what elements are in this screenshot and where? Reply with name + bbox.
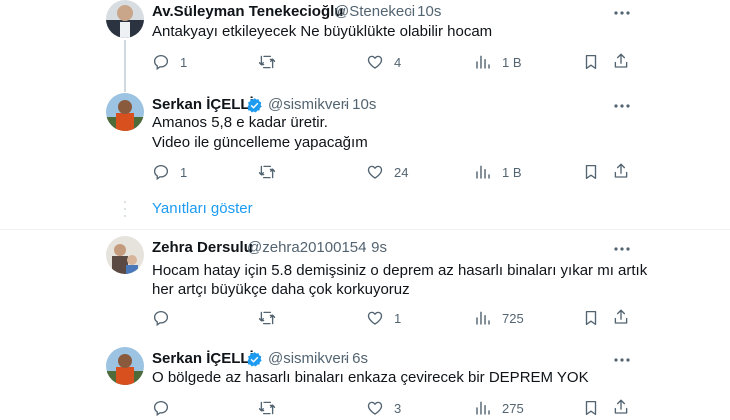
retweet-icon (258, 401, 276, 415)
avatar-image (106, 93, 144, 131)
reply-count: 1 (180, 54, 188, 70)
author-name[interactable]: Serkan İÇELLİ (152, 350, 254, 367)
verified-badge-icon (247, 98, 262, 113)
heart-icon (367, 165, 383, 179)
author-handle[interactable]: @sismikveri (268, 96, 349, 113)
timestamp[interactable]: · 10s (343, 96, 376, 113)
share-icon[interactable] (612, 52, 630, 70)
author-handle[interactable]: @sismikveri (268, 350, 349, 367)
author-handle[interactable]: @Stenekeci (334, 3, 415, 20)
timestamp[interactable]: · 6s (343, 350, 368, 367)
author-name[interactable]: Serkan İÇELLİ (152, 96, 254, 113)
like-button[interactable]: 1 (366, 308, 401, 328)
retweet-button[interactable] (258, 308, 286, 328)
like-count: 1 (394, 310, 402, 326)
reply-button[interactable]: 1 (152, 162, 187, 182)
tweet-text-line: O bölgede az hasarlı binaları enkaza çev… (152, 369, 589, 386)
like-button[interactable]: 4 (366, 52, 401, 72)
views-count: 1 B (502, 54, 522, 70)
retweet-button[interactable] (258, 398, 286, 418)
reply-icon (153, 310, 169, 327)
tweet-text-line: Video ile güncelleme yapacağım (152, 134, 368, 151)
reply-icon (153, 164, 169, 181)
more-options-icon[interactable] (612, 239, 632, 259)
thread-dots (124, 201, 126, 217)
avatar[interactable] (106, 0, 144, 38)
author-handle[interactable]: @zehra20100154 (247, 239, 367, 256)
retweet-icon (258, 311, 276, 325)
share-icon[interactable] (612, 162, 630, 180)
tweet-text-line: Hocam hatay için 5.8 demişsiniz o deprem… (152, 262, 648, 279)
retweet-icon (258, 55, 276, 69)
bookmark-icon[interactable] (582, 309, 600, 327)
author-name[interactable]: Av.Süleyman Tenekecioğlu (152, 3, 343, 20)
more-options-icon[interactable] (612, 350, 632, 370)
tweet-text-line: her artçı büyükçe daha çok korkuyoruz (152, 281, 410, 298)
views-icon (476, 401, 490, 415)
like-button[interactable]: 24 (366, 162, 408, 182)
reply-button[interactable] (152, 308, 180, 328)
reply-count: 1 (180, 164, 188, 180)
avatar[interactable] (106, 93, 144, 131)
views-icon (476, 55, 490, 69)
bookmark-icon[interactable] (582, 163, 600, 181)
views-count: 725 (502, 310, 524, 326)
avatar[interactable] (106, 236, 144, 274)
heart-icon (367, 311, 383, 325)
avatar-image (106, 347, 144, 385)
timestamp[interactable]: · 10s (408, 3, 441, 20)
heart-icon (367, 401, 383, 415)
timestamp[interactable]: · 9s (362, 239, 387, 256)
views-button[interactable]: 275 (474, 398, 524, 418)
retweet-button[interactable] (258, 52, 286, 72)
views-button[interactable]: 1 B (474, 52, 522, 72)
more-options-icon[interactable] (612, 3, 632, 23)
like-count: 3 (394, 400, 402, 416)
avatar[interactable] (106, 347, 144, 385)
views-button[interactable]: 725 (474, 308, 524, 328)
retweet-button[interactable] (258, 162, 286, 182)
share-icon[interactable] (612, 398, 630, 416)
more-options-icon[interactable] (612, 96, 632, 116)
retweet-icon (258, 165, 276, 179)
share-icon[interactable] (612, 308, 630, 326)
tweet-text-line: Amanos 5,8 e kadar üretir. (152, 114, 328, 131)
like-count: 24 (394, 164, 409, 180)
verified-badge-icon (247, 352, 262, 367)
reply-icon (153, 54, 169, 71)
views-button[interactable]: 1 B (474, 162, 522, 182)
like-button[interactable]: 3 (366, 398, 401, 418)
reply-button[interactable]: 1 (152, 52, 187, 72)
views-count: 275 (502, 400, 524, 416)
bookmark-icon[interactable] (582, 399, 600, 417)
avatar-image (106, 236, 144, 274)
show-replies-link[interactable]: Yanıtları göster (152, 200, 253, 217)
heart-icon (367, 55, 383, 69)
like-count: 4 (394, 54, 402, 70)
avatar-image (106, 0, 144, 38)
views-count: 1 B (502, 164, 522, 180)
views-icon (476, 165, 490, 179)
reply-icon (153, 400, 169, 417)
reply-button[interactable] (152, 398, 180, 418)
tweet-text-line: Antakyayı etkileyecek Ne büyüklükte olab… (152, 23, 493, 40)
thread-line (124, 40, 126, 92)
author-name[interactable]: Zehra Dersulu (152, 239, 253, 256)
divider (0, 229, 730, 230)
views-icon (476, 311, 490, 325)
bookmark-icon[interactable] (582, 53, 600, 71)
